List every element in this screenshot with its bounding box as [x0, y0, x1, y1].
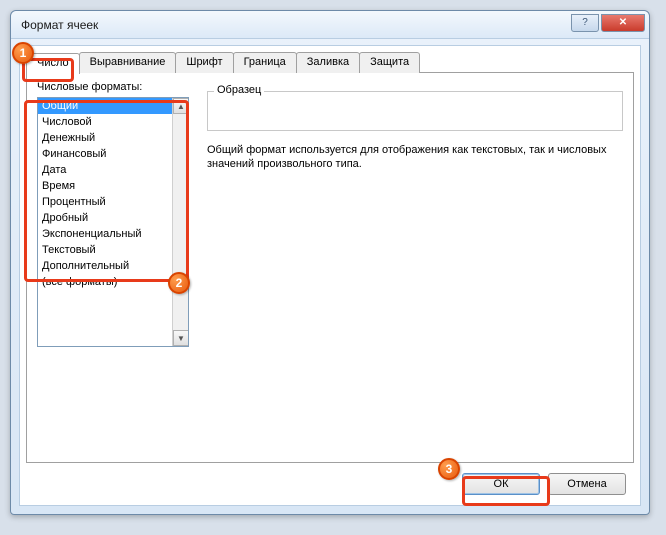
annotation-marker-1: 1	[12, 42, 34, 64]
list-item[interactable]: Числовой	[38, 114, 172, 130]
list-item[interactable]: Дата	[38, 162, 172, 178]
help-button[interactable]: ?	[571, 14, 599, 32]
list-item[interactable]: Дробный	[38, 210, 172, 226]
list-item[interactable]: (все форматы)	[38, 274, 172, 290]
list-item[interactable]: Дополнительный	[38, 258, 172, 274]
dialog-buttons: ОК Отмена	[462, 473, 626, 495]
annotation-marker-2: 2	[168, 272, 190, 294]
scroll-down-icon[interactable]: ▼	[173, 330, 189, 346]
tab-font[interactable]: Шрифт	[175, 52, 233, 73]
tab-strip: Число Выравнивание Шрифт Граница Заливка…	[26, 52, 640, 73]
client-area: Число Выравнивание Шрифт Граница Заливка…	[19, 45, 641, 506]
tab-fill[interactable]: Заливка	[296, 52, 360, 73]
list-item[interactable]: Текстовый	[38, 242, 172, 258]
cancel-button[interactable]: Отмена	[548, 473, 626, 495]
scroll-up-icon[interactable]: ▲	[173, 98, 189, 114]
listbox-scrollbar[interactable]: ▲ ▼	[172, 98, 188, 346]
formats-label: Числовые форматы:	[37, 81, 142, 93]
list-item[interactable]: Общий	[38, 98, 172, 114]
tab-panel-number: Числовые форматы: Общий Числовой Денежны…	[26, 72, 634, 463]
close-button[interactable]: ✕	[601, 14, 645, 32]
titlebar-buttons: ? ✕	[571, 14, 645, 32]
tab-protection[interactable]: Защита	[359, 52, 420, 73]
sample-groupbox: Образец	[207, 91, 623, 131]
ok-button[interactable]: ОК	[462, 473, 540, 495]
window-title: Формат ячеек	[21, 18, 571, 32]
annotation-marker-3: 3	[438, 458, 460, 480]
list-item[interactable]: Экспоненциальный	[38, 226, 172, 242]
dialog-window: Формат ячеек ? ✕ Число Выравнивание Шриф…	[10, 10, 650, 515]
list-item[interactable]: Время	[38, 178, 172, 194]
tab-border[interactable]: Граница	[233, 52, 297, 73]
list-item[interactable]: Процентный	[38, 194, 172, 210]
list-item[interactable]: Финансовый	[38, 146, 172, 162]
sample-label: Образец	[214, 84, 264, 96]
format-listbox[interactable]: Общий Числовой Денежный Финансовый Дата …	[37, 97, 189, 347]
tab-alignment[interactable]: Выравнивание	[79, 52, 177, 73]
titlebar: Формат ячеек ? ✕	[11, 11, 649, 39]
tab-number[interactable]: Число	[26, 53, 80, 74]
list-item[interactable]: Денежный	[38, 130, 172, 146]
format-description: Общий формат используется для отображени…	[207, 143, 623, 171]
